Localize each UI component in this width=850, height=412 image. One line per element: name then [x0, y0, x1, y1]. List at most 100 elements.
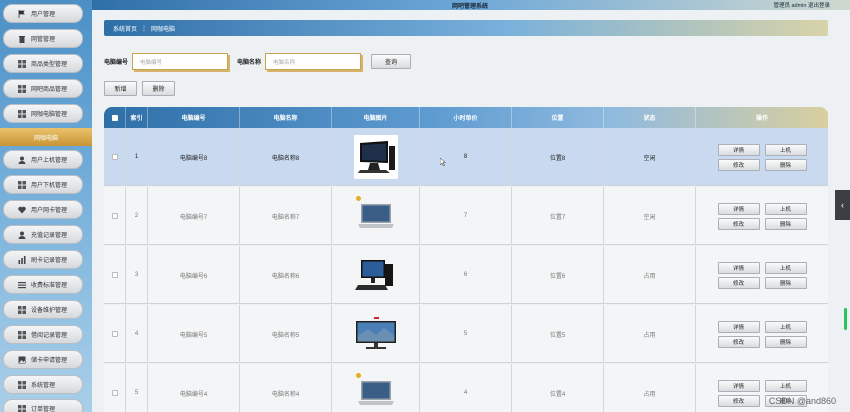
online-button[interactable]: 上机: [764, 379, 807, 392]
cell-image: [332, 128, 420, 186]
header-status: 状态: [604, 107, 696, 128]
cell-price: 6: [420, 246, 512, 304]
cell-image: [332, 364, 420, 412]
row-checkbox-cell: [104, 128, 126, 186]
computer-name-input[interactable]: 电脑名称: [265, 53, 362, 70]
sidebar-item-goods-type[interactable]: 商品类型管理: [3, 54, 83, 73]
cell-name: 电脑名称6: [240, 246, 332, 304]
cell-status: 空闲: [604, 187, 696, 245]
row-checkbox[interactable]: [111, 331, 118, 337]
online-button[interactable]: 上机: [764, 320, 807, 333]
breadcrumb-separator: ⋮: [141, 25, 148, 32]
table-row[interactable]: 4 电脑编号5 电脑名称5 5 位置5 占用 详情 上机 修改 删除: [104, 305, 828, 363]
sidebar-item-admin-management[interactable]: 网管管理: [3, 29, 83, 48]
sidebar-item-device-maintenance[interactable]: 设备维护管理: [3, 300, 83, 319]
cell-name: 电脑名称7: [240, 187, 332, 245]
online-button[interactable]: 上机: [764, 261, 807, 274]
edit-button[interactable]: 修改: [717, 394, 760, 407]
row-checkbox-cell: [104, 187, 126, 245]
delete-button[interactable]: 删除: [764, 335, 807, 348]
detail-button[interactable]: 详情: [717, 261, 760, 274]
breadcrumb-home[interactable]: 系统首页: [113, 24, 137, 33]
sidebar-item-orders[interactable]: 订单管理: [3, 399, 83, 412]
cell-actions: 详情 上机 修改 删除: [696, 246, 828, 304]
row-checkbox[interactable]: [111, 390, 118, 396]
delete-button[interactable]: 删除: [764, 276, 807, 289]
watermark: CSDN @and860: [768, 396, 836, 406]
add-button[interactable]: 新增: [104, 81, 137, 96]
detail-button[interactable]: 详情: [717, 202, 760, 215]
detail-button[interactable]: 详情: [717, 143, 760, 156]
image-icon: [18, 356, 26, 364]
cell-location: 位置4: [512, 364, 604, 412]
cell-image: [332, 246, 420, 304]
cell-status: 占用: [604, 246, 696, 304]
header-name: 电脑名称: [240, 107, 332, 128]
row-checkbox[interactable]: [111, 154, 118, 160]
table-row[interactable]: 5 电脑编号4 电脑名称4 4 位置4 占用 详情 上机 修改 删除: [104, 364, 828, 412]
table-row[interactable]: 2 电脑编号7 电脑名称7 7 位置7 空闲 详情 上机 修改 删除: [104, 187, 828, 245]
online-button[interactable]: 上机: [764, 202, 807, 215]
computer-number-label: 电脑编号: [104, 60, 129, 66]
sidebar-subitem-computers[interactable]: 网咖电脑: [0, 128, 92, 146]
header-image: 电脑图片: [332, 107, 420, 128]
cell-actions: 详情 上机 修改 删除: [696, 305, 828, 363]
grid-icon: [18, 60, 26, 68]
chart-icon: [18, 256, 26, 264]
edit-button[interactable]: 修改: [717, 217, 760, 230]
breadcrumb: 系统首页 ⋮ 网咖电脑: [104, 20, 828, 36]
scrollbar-thumb[interactable]: [844, 308, 847, 330]
table-row[interactable]: 3 电脑编号6 电脑名称6 6 位置6 占用 详情 上机 修改 删除: [104, 246, 828, 304]
sidebar-item-swipe-record[interactable]: 刷卡记录管理: [3, 250, 83, 269]
desktop-set-icon: [354, 253, 398, 297]
app-title: 网吧管理系统: [452, 4, 489, 10]
collapse-panel-tab[interactable]: ‹: [835, 190, 850, 220]
sidebar-item-user-offline[interactable]: 用户下机管理: [3, 175, 83, 194]
sidebar-item-user-card[interactable]: 用户网卡管理: [3, 200, 83, 219]
cell-image: [332, 187, 420, 245]
user-info[interactable]: 管理员 admin 退出登录: [773, 1, 830, 9]
laptop-icon: [354, 194, 398, 238]
sidebar-item-label: 系统管理: [31, 383, 56, 389]
row-checkbox[interactable]: [111, 213, 118, 219]
cell-number: 电脑编号7: [148, 187, 240, 245]
cell-number: 电脑编号5: [148, 305, 240, 363]
sidebar-item-label: 用户网卡管理: [31, 208, 68, 214]
sidebar-item-label: 收费标准管理: [31, 283, 68, 289]
badge-dot: [355, 196, 361, 201]
sidebar-item-card-application[interactable]: 储卡申请管理: [3, 350, 83, 369]
detail-button[interactable]: 详情: [717, 379, 760, 392]
delete-button[interactable]: 删除: [764, 158, 807, 171]
grid-icon: [18, 110, 26, 118]
detail-button[interactable]: 详情: [717, 320, 760, 333]
sidebar-item-label: 借阅记录管理: [31, 333, 68, 339]
edit-button[interactable]: 修改: [717, 158, 760, 171]
sidebar-item-user-online[interactable]: 用户上机管理: [3, 150, 83, 169]
online-button[interactable]: 上机: [764, 143, 807, 156]
computer-number-input[interactable]: 电脑编号: [132, 53, 229, 70]
sidebar-item-borrow-record[interactable]: 借阅记录管理: [3, 325, 83, 344]
sidebar-item-recharge[interactable]: 充值记录管理: [3, 225, 83, 244]
sidebar-item-label: 储卡申请管理: [31, 358, 68, 364]
sidebar-item-computer-management[interactable]: 网咖电脑管理: [3, 104, 83, 123]
wide-monitor-icon: [354, 312, 398, 356]
sidebar-item-label: 用户下机管理: [31, 183, 68, 189]
cell-name: 电脑名称8: [240, 128, 332, 186]
table-row[interactable]: 1 电脑编号8 电脑名称8 8 位置8 空闲 详情 上机 修改 删除: [104, 128, 828, 186]
select-all-checkbox[interactable]: [111, 114, 118, 121]
sidebar-item-charge-standard[interactable]: 收费标准管理: [3, 275, 83, 294]
batch-delete-button[interactable]: 删除: [142, 81, 175, 96]
row-checkbox-cell: [104, 246, 126, 304]
cell-number: 电脑编号4: [148, 364, 240, 412]
sidebar-item-user-management[interactable]: 用户管理: [3, 4, 83, 23]
edit-button[interactable]: 修改: [717, 335, 760, 348]
row-checkbox[interactable]: [111, 272, 118, 278]
sidebar-item-system[interactable]: 系统管理: [3, 375, 83, 394]
cell-location: 位置6: [512, 246, 604, 304]
edit-button[interactable]: 修改: [717, 276, 760, 289]
query-button[interactable]: 查询: [371, 54, 412, 69]
sidebar-item-goods[interactable]: 网吧商品管理: [3, 79, 83, 98]
flag-icon: [18, 10, 25, 18]
sidebar-item-label: 用户管理: [31, 12, 56, 18]
delete-button[interactable]: 删除: [764, 217, 807, 230]
